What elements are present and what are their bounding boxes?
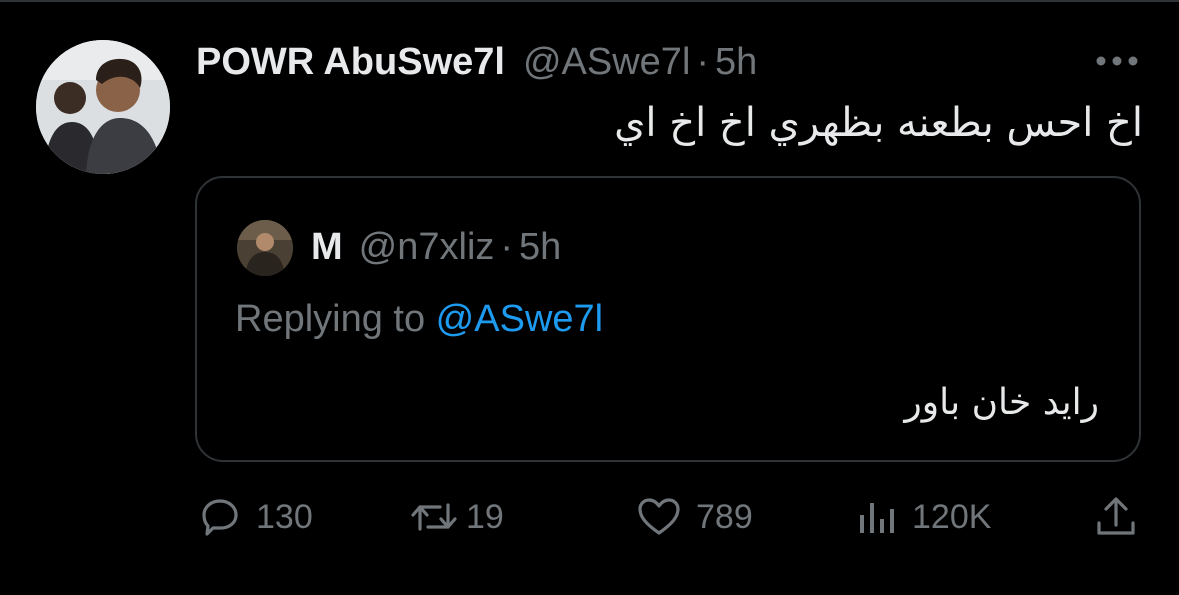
share-button[interactable]: [1094, 490, 1138, 544]
quoted-avatar-image: [237, 220, 293, 276]
author-handle[interactable]: @ASwe7l: [523, 41, 690, 84]
replying-prefix: Replying to: [235, 298, 436, 340]
like-icon: [636, 497, 682, 537]
more-icon[interactable]: [1094, 54, 1140, 68]
quoted-author-name[interactable]: M: [311, 226, 343, 269]
tweet-timestamp[interactable]: 5h: [715, 41, 757, 84]
quoted-tweet[interactable]: M @n7xliz · 5h Replying to @ASwe7l رايد …: [195, 176, 1141, 462]
views-icon: [856, 497, 900, 537]
author-avatar[interactable]: [36, 40, 170, 174]
separator-dot: ·: [696, 40, 710, 83]
replying-to: Replying to @ASwe7l: [235, 298, 603, 341]
tweet-text: اخ احس بطعنه بظهري اخ اخ اي: [614, 100, 1143, 146]
separator-dot: ·: [500, 225, 514, 268]
replying-handle-link[interactable]: @ASwe7l: [436, 298, 603, 340]
like-button[interactable]: 789: [636, 490, 753, 544]
tweet-header: POWR AbuSwe7l @ASwe7l · 5h: [196, 40, 757, 84]
repost-button[interactable]: 19: [410, 490, 504, 544]
reply-icon: [198, 497, 242, 537]
author-avatar-image: [36, 40, 170, 174]
tweet-view: POWR AbuSwe7l @ASwe7l · 5h اخ احس بطعنه …: [0, 0, 1179, 595]
reply-count: 130: [256, 497, 313, 536]
like-count: 789: [696, 497, 753, 536]
author-name[interactable]: POWR AbuSwe7l: [196, 41, 505, 84]
quoted-header: M @n7xliz · 5h: [311, 224, 561, 270]
share-icon: [1094, 495, 1138, 539]
views-button[interactable]: 120K: [856, 490, 991, 544]
repost-icon: [410, 497, 458, 537]
quoted-author-handle[interactable]: @n7xliz: [359, 226, 495, 269]
action-bar: 130 19 789 120K: [0, 490, 1179, 544]
quoted-timestamp[interactable]: 5h: [519, 226, 561, 269]
views-count: 120K: [912, 497, 992, 536]
quoted-author-avatar[interactable]: [237, 220, 293, 276]
quoted-text: رايد خان باور: [904, 382, 1099, 423]
divider: [0, 0, 1179, 2]
reply-button[interactable]: 130: [198, 490, 313, 544]
repost-count: 19: [466, 497, 504, 536]
